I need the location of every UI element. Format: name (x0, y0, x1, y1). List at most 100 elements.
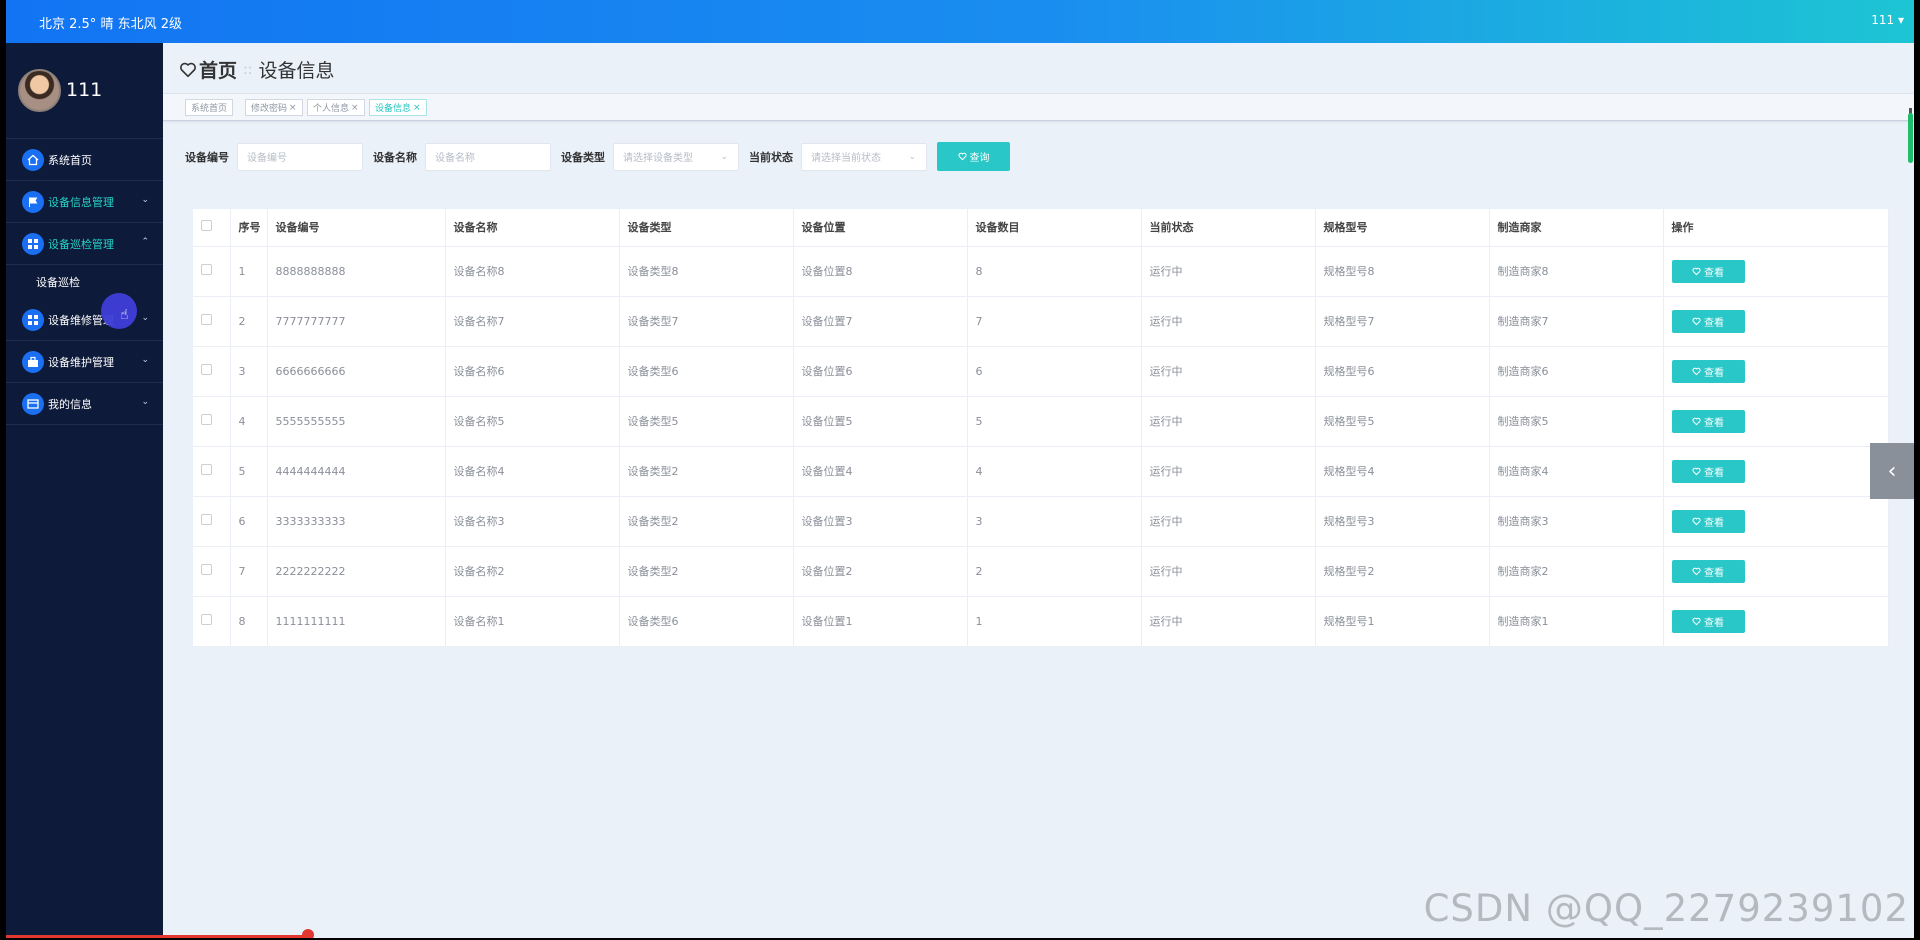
device-type-label: 设备类型 (561, 150, 605, 164)
tag-device-info[interactable]: 设备信息 × (369, 99, 427, 116)
device-type-placeholder: 请选择设备类型 (623, 153, 693, 164)
table-cell: 6666666666 (267, 346, 446, 397)
query-button[interactable]: 查询 (937, 142, 1010, 171)
row-checkbox-cell (193, 546, 231, 597)
device-code-label: 设备编号 (185, 150, 229, 164)
table-cell: 运行中 (1141, 496, 1316, 547)
flag-icon (22, 190, 44, 213)
view-button-label: 查看 (1704, 617, 1724, 629)
device-name-label: 设备名称 (373, 150, 417, 164)
table-cell: 制造商家3 (1489, 496, 1664, 547)
row-checkbox[interactable] (201, 264, 212, 275)
sidebar-item-maintenance[interactable]: 设备维护管理 ⌄ (6, 341, 163, 383)
heart-icon (1692, 617, 1701, 625)
table-cell: 制造商家5 (1489, 396, 1664, 447)
sidebar-item-repair[interactable]: 设备维修管理 ⌄ (6, 299, 163, 341)
action-cell: 查看 (1663, 496, 1889, 547)
close-icon[interactable]: × (413, 103, 421, 113)
view-button[interactable]: 查看 (1671, 509, 1745, 533)
top-bar: 北京 2.5° 晴 东北风 2级 111 ▾ (6, 0, 1914, 43)
table-cell: 设备名称6 (445, 346, 620, 397)
row-checkbox[interactable] (201, 314, 212, 325)
view-button-label: 查看 (1704, 467, 1724, 479)
table-cell: 设备类型8 (619, 246, 794, 297)
view-button-label: 查看 (1704, 367, 1724, 379)
row-checkbox[interactable] (201, 514, 212, 525)
table-row: 4 5555555555 设备名称5 设备类型5 设备位置5 5 运行中 规格型号5 制造商家5… (193, 396, 1889, 447)
close-icon[interactable]: × (289, 103, 297, 113)
chevron-down-icon: ⌄ (141, 397, 149, 407)
table-cell: 3 (967, 496, 1142, 547)
select-all-checkbox[interactable] (201, 220, 212, 232)
table-cell: 4444444444 (267, 446, 446, 497)
table-cell: 规格型号3 (1315, 496, 1490, 547)
view-button[interactable]: 查看 (1671, 309, 1745, 333)
app-window: 北京 2.5° 晴 东北风 2级 111 ▾ 111 系统首页 设备信息管理 ⌄ (6, 0, 1914, 938)
device-code-input[interactable]: 设备编号 (237, 142, 363, 171)
table-cell: 制造商家6 (1489, 346, 1664, 397)
view-button[interactable]: 查看 (1671, 359, 1745, 383)
breadcrumb-current: 设备信息 (258, 60, 335, 82)
breadcrumb-home[interactable]: 首页 (199, 56, 237, 83)
table-cell: 7 (230, 546, 268, 597)
table-cell: 制造商家1 (1489, 596, 1664, 647)
view-button[interactable]: 查看 (1671, 259, 1745, 283)
chevron-left-icon[interactable]: ‹ (1870, 443, 1914, 499)
table-cell: 设备名称5 (445, 396, 620, 447)
table-cell: 设备位置2 (793, 546, 968, 597)
tag-change-password[interactable]: 修改密码 × (245, 99, 303, 116)
table-cell: 制造商家4 (1489, 446, 1664, 497)
table-cell: 5 (230, 446, 268, 497)
view-button[interactable]: 查看 (1671, 609, 1745, 633)
row-checkbox[interactable] (201, 614, 212, 625)
table-cell: 制造商家2 (1489, 546, 1664, 597)
view-button-label: 查看 (1704, 517, 1724, 529)
card-icon (22, 392, 44, 415)
table-cell: 设备类型7 (619, 296, 794, 347)
row-checkbox[interactable] (201, 464, 212, 475)
tag-label: 系统首页 (191, 104, 228, 114)
table-cell: 6 (967, 346, 1142, 397)
sidebar-item-home[interactable]: 系统首页 (6, 139, 163, 181)
view-button[interactable]: 查看 (1671, 409, 1745, 433)
user-menu[interactable]: 111 ▾ (1871, 13, 1904, 27)
breadcrumb-separator: :: (243, 61, 253, 78)
table-cell: 运行中 (1141, 596, 1316, 647)
sidebar-item-label: 设备维护管理 (48, 355, 114, 369)
sidebar-subitem-inspection[interactable]: 设备巡检 (6, 265, 163, 299)
row-checkbox[interactable] (201, 364, 212, 375)
close-icon[interactable]: × (351, 103, 359, 113)
table-cell: 1 (967, 596, 1142, 647)
header-checkbox-cell (193, 209, 231, 247)
device-type-select[interactable]: 请选择设备类型 ⌄ (613, 142, 739, 171)
sidebar-item-device-info[interactable]: 设备信息管理 ⌄ (6, 181, 163, 223)
table-row: 8 1111111111 设备名称1 设备类型6 设备位置1 1 运行中 规格型号1 制造商家1… (193, 596, 1889, 647)
scrollbar-thumb[interactable] (1908, 113, 1913, 163)
table-header-row: 序号 设备编号 设备名称 设备类型 设备位置 设备数目 当前状态 规格型号 制造… (193, 209, 1889, 247)
view-button-label: 查看 (1704, 317, 1724, 329)
row-checkbox-cell (193, 596, 231, 647)
row-checkbox[interactable] (201, 564, 212, 575)
table-cell: 规格型号2 (1315, 546, 1490, 597)
table-cell: 5555555555 (267, 396, 446, 447)
tag-personal-info[interactable]: 个人信息 × (307, 99, 365, 116)
table-row: 6 3333333333 设备名称3 设备类型2 设备位置3 3 运行中 规格型号3 制造商家3… (193, 496, 1889, 547)
table-cell: 设备名称8 (445, 246, 620, 297)
grid-icon (22, 232, 44, 255)
table-cell: 3333333333 (267, 496, 446, 547)
tag-home[interactable]: 系统首页 (185, 99, 234, 116)
search-form: 设备编号 设备编号 设备名称 设备名称 设备类型 请选择设备类型 ⌄ 当前状态 … (185, 142, 1010, 171)
profile-panel: 111 (6, 43, 163, 139)
sidebar-item-inspection[interactable]: 设备巡检管理 ⌃ (6, 223, 163, 265)
view-button[interactable]: 查看 (1671, 559, 1745, 583)
device-name-input[interactable]: 设备名称 (425, 142, 551, 171)
status-select[interactable]: 请选择当前状态 ⌄ (801, 142, 927, 171)
view-button[interactable]: 查看 (1671, 459, 1745, 483)
sidebar-item-my-info[interactable]: 我的信息 ⌄ (6, 383, 163, 425)
table-cell: 5 (967, 396, 1142, 447)
table-cell: 1111111111 (267, 596, 446, 647)
row-checkbox[interactable] (201, 414, 212, 425)
table-cell: 3 (230, 346, 268, 397)
grid-icon (22, 308, 44, 331)
heart-icon (957, 152, 967, 161)
